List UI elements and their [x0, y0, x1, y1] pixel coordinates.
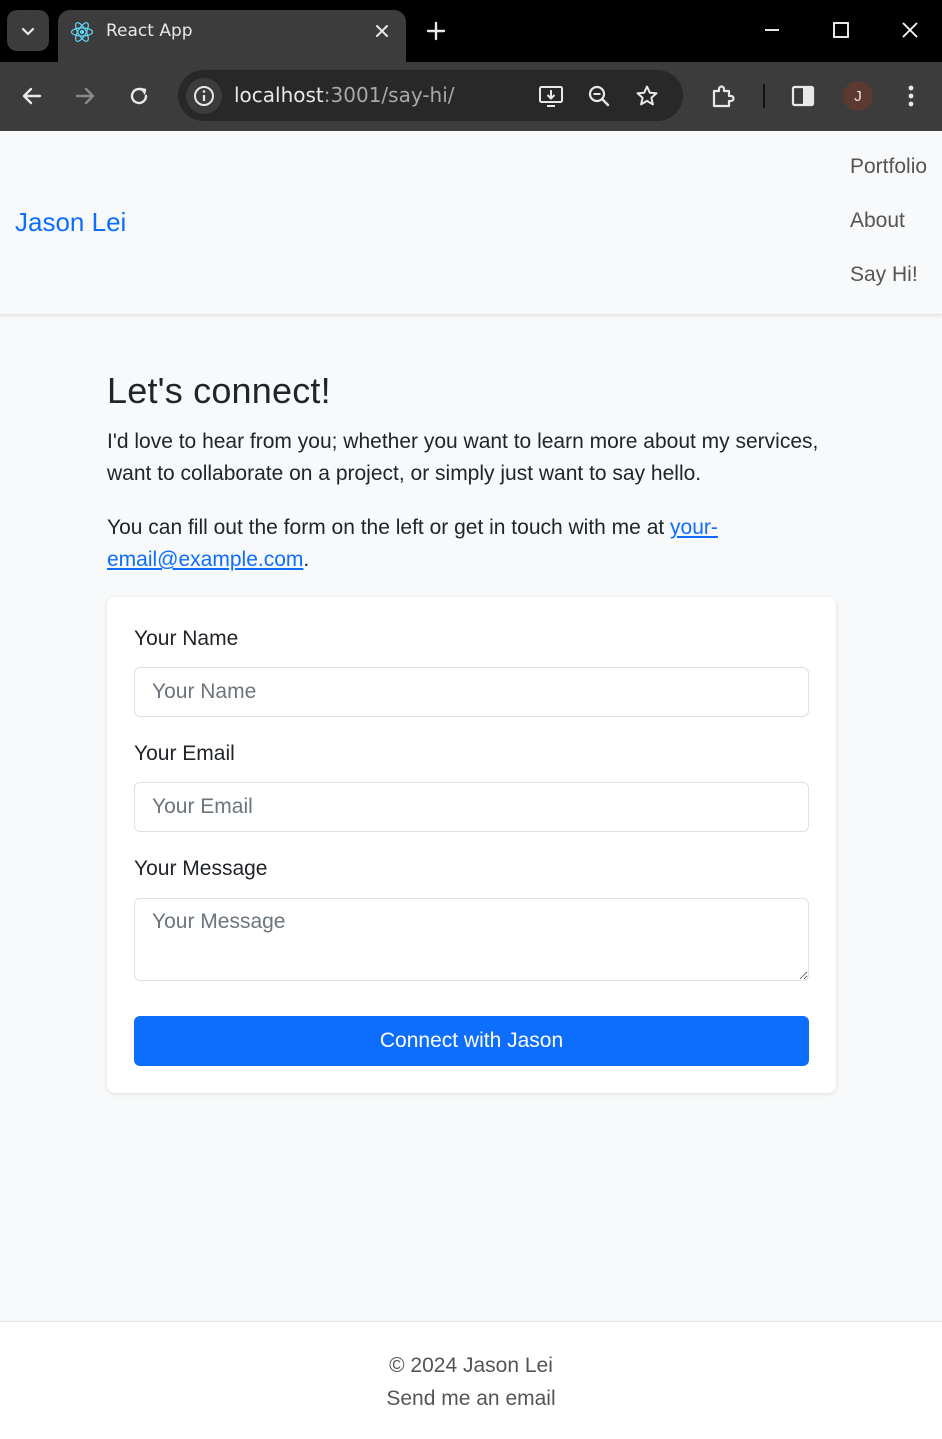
close-icon: [376, 25, 388, 37]
page-title: Let's connect!: [107, 370, 331, 411]
forward-arrow-icon: [75, 87, 95, 105]
maximize-button[interactable]: [816, 10, 866, 50]
plus-icon: [426, 21, 446, 41]
address-bar[interactable]: localhost:3001/say-hi/: [178, 70, 683, 121]
minimize-icon: [765, 29, 779, 31]
window-close-button[interactable]: [885, 10, 935, 50]
contact-form-card: Your Name Your Email Your Message Connec…: [107, 597, 836, 1093]
reload-button[interactable]: [119, 76, 159, 116]
url-path: :3001/say-hi/: [323, 83, 455, 107]
address-url[interactable]: localhost:3001/say-hi/: [234, 83, 455, 107]
browser-title-bar: React App: [0, 0, 942, 62]
tab-title: React App: [106, 21, 193, 41]
forward-button[interactable]: [65, 76, 105, 116]
minimize-button[interactable]: [747, 10, 797, 50]
bookmark-button[interactable]: [631, 80, 663, 112]
nav-link-about[interactable]: About: [850, 209, 905, 233]
footer-copyright: © 2024 Jason Lei: [389, 1354, 553, 1377]
contact-paragraph: You can fill out the form on the left or…: [107, 512, 836, 576]
url-host: localhost: [234, 83, 324, 107]
nav-link-say-hi[interactable]: Say Hi!: [850, 263, 918, 287]
extensions-icon: [712, 85, 735, 108]
browser-tab-active[interactable]: React App: [58, 10, 406, 62]
email-input[interactable]: [134, 782, 809, 832]
name-input[interactable]: [134, 667, 809, 717]
zoom-button[interactable]: [583, 80, 615, 112]
new-tab-button[interactable]: [421, 16, 451, 46]
footer-email-link[interactable]: Send me an email: [0, 1387, 942, 1411]
back-button[interactable]: [12, 76, 52, 116]
browser-toolbar: localhost:3001/say-hi/ J: [0, 62, 942, 131]
install-app-icon: [539, 86, 563, 107]
profile-avatar[interactable]: J: [843, 81, 873, 111]
site-info-button[interactable]: [186, 78, 222, 114]
name-label: Your Name: [134, 627, 239, 650]
more-vert-icon: [908, 85, 914, 107]
tab-close-button[interactable]: [370, 19, 394, 43]
react-logo-icon: [70, 22, 94, 42]
tab-search-icon: [21, 27, 35, 35]
contact-suffix: .: [303, 548, 310, 571]
side-panel-icon: [791, 85, 815, 107]
toolbar-separator: [763, 84, 765, 108]
extensions-button[interactable]: [703, 76, 743, 116]
nav-link-portfolio[interactable]: Portfolio: [850, 155, 927, 179]
connect-submit-button[interactable]: Connect with Jason: [134, 1016, 809, 1066]
site-info-icon: [194, 86, 214, 106]
contact-section: Let's connect! I'd love to hear from you…: [107, 370, 836, 598]
site-navbar: Jason Lei Portfolio About Say Hi!: [0, 131, 942, 315]
zoom-icon: [588, 85, 610, 107]
back-arrow-icon: [22, 87, 42, 105]
reload-icon: [130, 87, 148, 105]
browser-menu-button[interactable]: [891, 76, 931, 116]
window-close-icon: [902, 22, 918, 38]
email-label: Your Email: [134, 742, 235, 765]
tab-search-button[interactable]: [7, 10, 49, 51]
bookmark-star-icon: [636, 85, 658, 106]
message-textarea[interactable]: [134, 898, 809, 981]
brand-link[interactable]: Jason Lei: [15, 207, 126, 238]
site-footer: © 2024 Jason Lei Send me an email: [0, 1321, 942, 1439]
install-app-button[interactable]: [535, 80, 567, 112]
side-panel-button[interactable]: [783, 76, 823, 116]
maximize-icon: [833, 22, 849, 38]
intro-paragraph: I'd love to hear from you; whether you w…: [107, 430, 819, 485]
contact-prefix: You can fill out the form on the left or…: [107, 516, 671, 539]
message-label: Your Message: [134, 857, 268, 880]
